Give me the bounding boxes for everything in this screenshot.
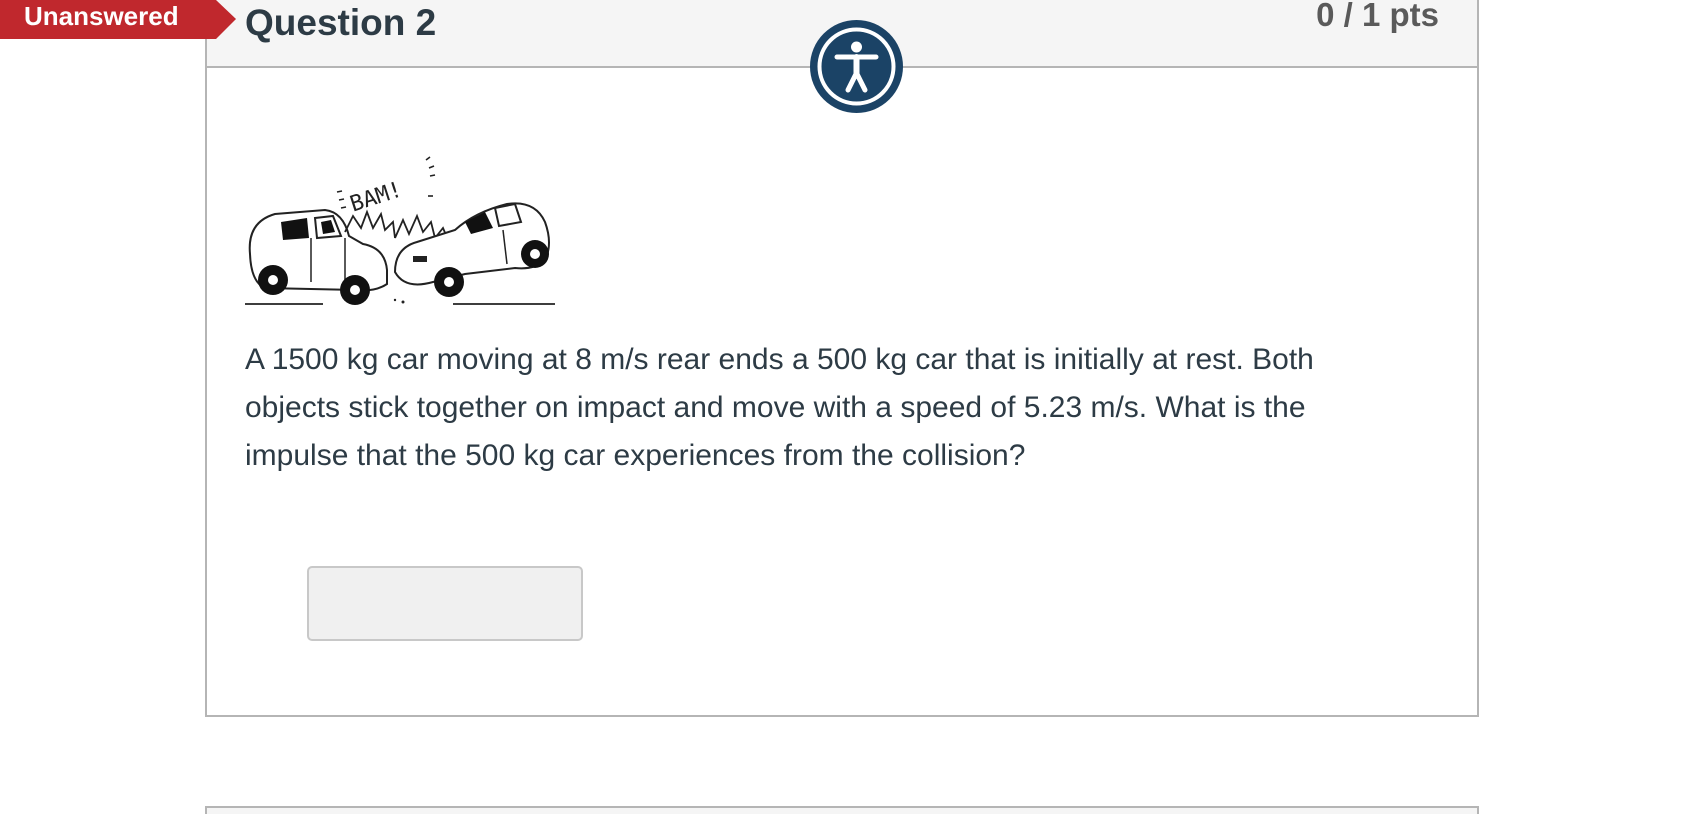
- status-flag-label: Unanswered: [24, 1, 179, 31]
- status-flag: Unanswered: [0, 0, 236, 39]
- quiz-page: Question 2 0 / 1 pts BAM! A 1500 kg car …: [0, 0, 1692, 814]
- next-question-card-edge: [205, 806, 1479, 814]
- illustration-caption: BAM!: [347, 177, 405, 217]
- answer-input[interactable]: [307, 566, 583, 641]
- accessibility-button[interactable]: [810, 20, 903, 113]
- accessibility-icon: [817, 27, 896, 106]
- question-text: A 1500 kg car moving at 8 m/s rear ends …: [245, 343, 1314, 472]
- question-title: Question 2: [245, 2, 437, 43]
- car-collision-illustration: BAM!: [245, 156, 555, 305]
- question-points: 0 / 1 pts: [1316, 0, 1439, 33]
